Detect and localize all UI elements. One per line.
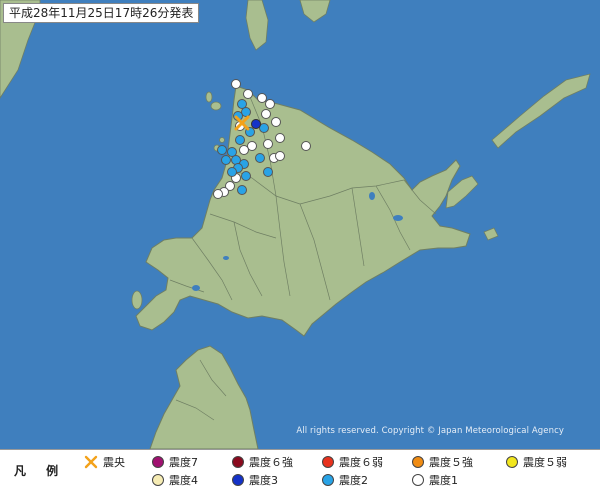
honshu-landmass — [149, 345, 259, 449]
circle-icon — [412, 474, 424, 486]
shindo1-point — [271, 117, 281, 127]
legend-item-shindo4: 震度4 — [152, 472, 198, 488]
shindo1-point — [257, 93, 267, 103]
legend-label: 震度7 — [169, 456, 198, 469]
shindo1-point — [301, 141, 311, 151]
rebun-island — [205, 91, 213, 103]
legend-label: 震度６弱 — [339, 456, 383, 469]
lake — [192, 285, 200, 291]
map-area[interactable]: 平成28年11月25日17時26分発表 All rights reserved.… — [0, 0, 600, 449]
legend-item-shindo6-weak: 震度６弱 — [322, 454, 383, 470]
lake — [223, 256, 229, 260]
shindo1-point — [231, 79, 241, 89]
shindo1-point — [263, 139, 273, 149]
circle-icon — [322, 474, 334, 486]
shindo1-point — [261, 109, 271, 119]
announcement-title: 平成28年11月25日17時26分発表 — [3, 3, 200, 23]
shindo2-point — [217, 145, 227, 155]
lake — [393, 215, 403, 221]
sakhalin-east-landmass — [299, 0, 331, 23]
legend-label: 震度3 — [249, 474, 278, 487]
hokkaido-map — [0, 0, 591, 449]
legend-item-shindo6-strong: 震度６強 — [232, 454, 293, 470]
okushiri-island — [131, 290, 143, 310]
shindo2-point — [227, 167, 237, 177]
circle-icon — [152, 474, 164, 486]
shindo1-point — [275, 151, 285, 161]
shindo3-points — [251, 119, 261, 129]
shindo1-point — [275, 133, 285, 143]
sakhalin-landmass — [245, 0, 269, 51]
legend-label: 震度６強 — [249, 456, 293, 469]
legend-label: 震度2 — [339, 474, 368, 487]
legend-bar: 凡 例 震央 震度7 震度６強 震度６弱 震度５強 震度５弱 震度4 震度3 震… — [0, 449, 600, 489]
legend-item-shindo3: 震度3 — [232, 472, 278, 488]
legend-item-shindo5-weak: 震度５弱 — [506, 454, 567, 470]
shindo2-point — [235, 135, 245, 145]
circle-icon — [322, 456, 334, 468]
circle-icon — [232, 474, 244, 486]
shindo3-point — [251, 119, 261, 129]
legend-item-epicenter: 震央 — [84, 454, 125, 470]
circle-icon — [506, 456, 518, 468]
x-mark-icon — [84, 455, 98, 469]
circle-icon — [152, 456, 164, 468]
map-screen: 平成28年11月25日17時26分発表 All rights reserved.… — [0, 0, 600, 489]
shindo2-point — [221, 155, 231, 165]
shikotan-island — [483, 227, 499, 241]
legend-item-shindo1: 震度1 — [412, 472, 458, 488]
legend-label: 震央 — [103, 456, 125, 469]
shindo1-point — [243, 89, 253, 99]
shindo1-point — [239, 145, 249, 155]
legend-label: 震度５強 — [429, 456, 473, 469]
lake — [369, 192, 375, 200]
shindo2-point — [263, 167, 273, 177]
rishiri-island — [210, 101, 222, 111]
yagishiri-island — [219, 137, 225, 143]
circle-icon — [232, 456, 244, 468]
legend-title: 凡 例 — [14, 464, 67, 478]
shindo2-point — [237, 185, 247, 195]
shindo2-point — [255, 153, 265, 163]
etorofu-island — [491, 73, 591, 149]
legend-item-shindo2: 震度2 — [322, 472, 368, 488]
legend-label: 震度1 — [429, 474, 458, 487]
legend-item-shindo7: 震度7 — [152, 454, 198, 470]
shindo1-point — [265, 99, 275, 109]
circle-icon — [412, 456, 424, 468]
copyright-notice: All rights reserved. Copyright © Japan M… — [296, 426, 564, 436]
legend-label: 震度５弱 — [523, 456, 567, 469]
legend-label: 震度4 — [169, 474, 198, 487]
shindo2-point — [241, 171, 251, 181]
legend-item-shindo5-strong: 震度５強 — [412, 454, 473, 470]
shindo1-point — [213, 189, 223, 199]
